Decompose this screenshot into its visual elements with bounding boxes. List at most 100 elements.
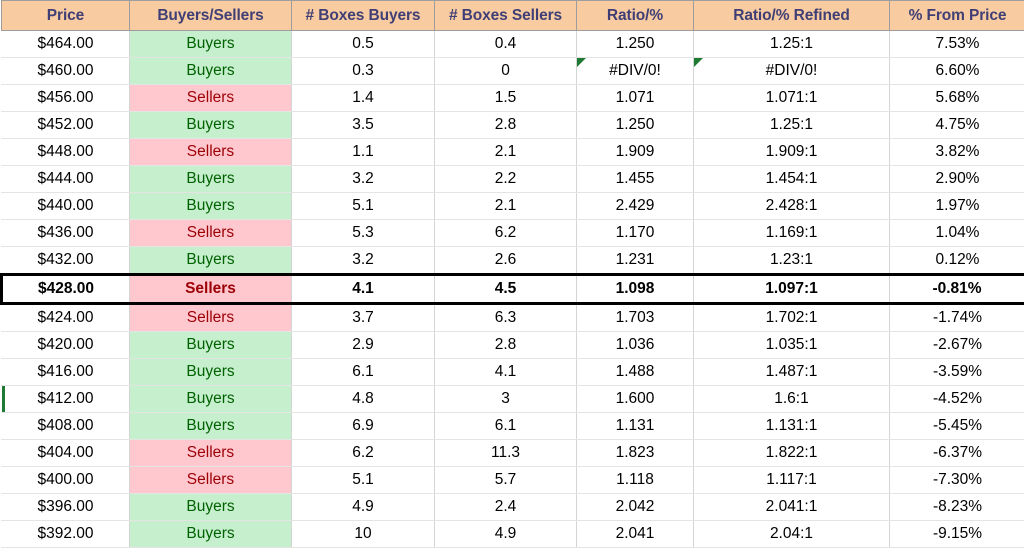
cell-boxes-sellers[interactable]: 11.3: [435, 440, 577, 467]
table-row[interactable]: $400.00Sellers5.15.71.1181.117:1-7.30%: [2, 467, 1024, 494]
column-header-boxes-sellers[interactable]: # Boxes Sellers: [435, 1, 577, 31]
table-row[interactable]: $464.00Buyers0.50.41.2501.25:17.53%: [2, 31, 1024, 58]
cell-ratio-refined[interactable]: 1.454:1: [694, 166, 890, 193]
cell-boxes-sellers[interactable]: 2.1: [435, 193, 577, 220]
cell-price[interactable]: $460.00: [2, 58, 130, 85]
cell-ratio-pct[interactable]: 1.231: [577, 247, 694, 275]
cell-buyers-sellers[interactable]: Buyers: [130, 247, 292, 275]
cell-ratio-refined[interactable]: 1.702:1: [694, 304, 890, 332]
cell-ratio-refined[interactable]: 2.04:1: [694, 521, 890, 548]
cell-pct-from-price[interactable]: 7.53%: [890, 31, 1024, 58]
table-row[interactable]: $436.00Sellers5.36.21.1701.169:11.04%: [2, 220, 1024, 247]
cell-price[interactable]: $412.00: [2, 386, 130, 413]
cell-buyers-sellers[interactable]: Sellers: [130, 220, 292, 247]
table-row[interactable]: $448.00Sellers1.12.11.9091.909:13.82%: [2, 139, 1024, 166]
cell-boxes-buyers[interactable]: 4.1: [292, 275, 435, 304]
table-row[interactable]: $420.00Buyers2.92.81.0361.035:1-2.67%: [2, 332, 1024, 359]
cell-boxes-buyers[interactable]: 2.9: [292, 332, 435, 359]
cell-price[interactable]: $420.00: [2, 332, 130, 359]
cell-ratio-pct[interactable]: #DIV/0!: [577, 58, 694, 85]
cell-buyers-sellers[interactable]: Sellers: [130, 139, 292, 166]
cell-pct-from-price[interactable]: -0.81%: [890, 275, 1024, 304]
cell-boxes-buyers[interactable]: 0.3: [292, 58, 435, 85]
cell-pct-from-price[interactable]: -8.23%: [890, 494, 1024, 521]
cell-boxes-buyers[interactable]: 0.5: [292, 31, 435, 58]
cell-boxes-sellers[interactable]: 4.5: [435, 275, 577, 304]
table-row[interactable]: $404.00Sellers6.211.31.8231.822:1-6.37%: [2, 440, 1024, 467]
cell-boxes-buyers[interactable]: 3.5: [292, 112, 435, 139]
cell-buyers-sellers[interactable]: Buyers: [130, 359, 292, 386]
table-row[interactable]: $408.00Buyers6.96.11.1311.131:1-5.45%: [2, 413, 1024, 440]
column-header-ratio-refined[interactable]: Ratio/% Refined: [694, 1, 890, 31]
cell-ratio-refined[interactable]: 1.071:1: [694, 85, 890, 112]
cell-price[interactable]: $440.00: [2, 193, 130, 220]
cell-buyers-sellers[interactable]: Buyers: [130, 413, 292, 440]
cell-ratio-refined[interactable]: 1.6:1: [694, 386, 890, 413]
cell-pct-from-price[interactable]: -9.15%: [890, 521, 1024, 548]
cell-pct-from-price[interactable]: -6.37%: [890, 440, 1024, 467]
cell-price[interactable]: $392.00: [2, 521, 130, 548]
cell-ratio-pct[interactable]: 1.823: [577, 440, 694, 467]
cell-pct-from-price[interactable]: -3.59%: [890, 359, 1024, 386]
cell-boxes-buyers[interactable]: 6.9: [292, 413, 435, 440]
cell-boxes-sellers[interactable]: 2.8: [435, 332, 577, 359]
cell-pct-from-price[interactable]: 1.97%: [890, 193, 1024, 220]
cell-buyers-sellers[interactable]: Buyers: [130, 31, 292, 58]
cell-price[interactable]: $424.00: [2, 304, 130, 332]
cell-price[interactable]: $452.00: [2, 112, 130, 139]
cell-price[interactable]: $404.00: [2, 440, 130, 467]
table-row[interactable]: $416.00Buyers6.14.11.4881.487:1-3.59%: [2, 359, 1024, 386]
cell-ratio-pct[interactable]: 2.041: [577, 521, 694, 548]
cell-ratio-pct[interactable]: 1.036: [577, 332, 694, 359]
table-row[interactable]: $452.00Buyers3.52.81.2501.25:14.75%: [2, 112, 1024, 139]
cell-price[interactable]: $396.00: [2, 494, 130, 521]
cell-buyers-sellers[interactable]: Sellers: [130, 304, 292, 332]
cell-ratio-pct[interactable]: 1.455: [577, 166, 694, 193]
cell-boxes-sellers[interactable]: 0.4: [435, 31, 577, 58]
cell-boxes-buyers[interactable]: 6.1: [292, 359, 435, 386]
cell-boxes-sellers[interactable]: 0: [435, 58, 577, 85]
cell-boxes-sellers[interactable]: 4.1: [435, 359, 577, 386]
cell-ratio-refined[interactable]: 2.428:1: [694, 193, 890, 220]
cell-pct-from-price[interactable]: 2.90%: [890, 166, 1024, 193]
cell-ratio-pct[interactable]: 1.118: [577, 467, 694, 494]
cell-boxes-buyers[interactable]: 3.7: [292, 304, 435, 332]
cell-ratio-refined[interactable]: 1.25:1: [694, 112, 890, 139]
cell-price[interactable]: $428.00: [2, 275, 130, 304]
cell-pct-from-price[interactable]: -2.67%: [890, 332, 1024, 359]
cell-ratio-pct[interactable]: 1.250: [577, 31, 694, 58]
column-header-pct-from-price[interactable]: % From Price: [890, 1, 1024, 31]
table-row[interactable]: $432.00Buyers3.22.61.2311.23:10.12%: [2, 247, 1024, 275]
cell-pct-from-price[interactable]: 0.12%: [890, 247, 1024, 275]
table-row[interactable]: $428.00Sellers4.14.51.0981.097:1-0.81%: [2, 275, 1024, 304]
cell-buyers-sellers[interactable]: Sellers: [130, 85, 292, 112]
cell-ratio-refined[interactable]: 1.25:1: [694, 31, 890, 58]
cell-ratio-refined[interactable]: 1.117:1: [694, 467, 890, 494]
cell-buyers-sellers[interactable]: Sellers: [130, 275, 292, 304]
cell-price[interactable]: $408.00: [2, 413, 130, 440]
cell-boxes-buyers[interactable]: 5.3: [292, 220, 435, 247]
cell-ratio-pct[interactable]: 1.071: [577, 85, 694, 112]
cell-ratio-refined[interactable]: 1.097:1: [694, 275, 890, 304]
cell-boxes-buyers[interactable]: 5.1: [292, 467, 435, 494]
cell-price[interactable]: $436.00: [2, 220, 130, 247]
cell-pct-from-price[interactable]: 4.75%: [890, 112, 1024, 139]
table-row[interactable]: $444.00Buyers3.22.21.4551.454:12.90%: [2, 166, 1024, 193]
cell-buyers-sellers[interactable]: Buyers: [130, 58, 292, 85]
cell-boxes-buyers[interactable]: 4.9: [292, 494, 435, 521]
cell-price[interactable]: $444.00: [2, 166, 130, 193]
cell-buyers-sellers[interactable]: Buyers: [130, 193, 292, 220]
cell-ratio-pct[interactable]: 1.488: [577, 359, 694, 386]
table-row[interactable]: $460.00Buyers0.30#DIV/0!#DIV/0!6.60%: [2, 58, 1024, 85]
cell-price[interactable]: $416.00: [2, 359, 130, 386]
cell-ratio-refined[interactable]: #DIV/0!: [694, 58, 890, 85]
cell-pct-from-price[interactable]: -5.45%: [890, 413, 1024, 440]
cell-ratio-refined[interactable]: 1.909:1: [694, 139, 890, 166]
cell-buyers-sellers[interactable]: Buyers: [130, 494, 292, 521]
cell-pct-from-price[interactable]: 3.82%: [890, 139, 1024, 166]
cell-ratio-refined[interactable]: 1.822:1: [694, 440, 890, 467]
cell-boxes-buyers[interactable]: 4.8: [292, 386, 435, 413]
cell-buyers-sellers[interactable]: Buyers: [130, 332, 292, 359]
cell-pct-from-price[interactable]: 6.60%: [890, 58, 1024, 85]
cell-ratio-refined[interactable]: 2.041:1: [694, 494, 890, 521]
